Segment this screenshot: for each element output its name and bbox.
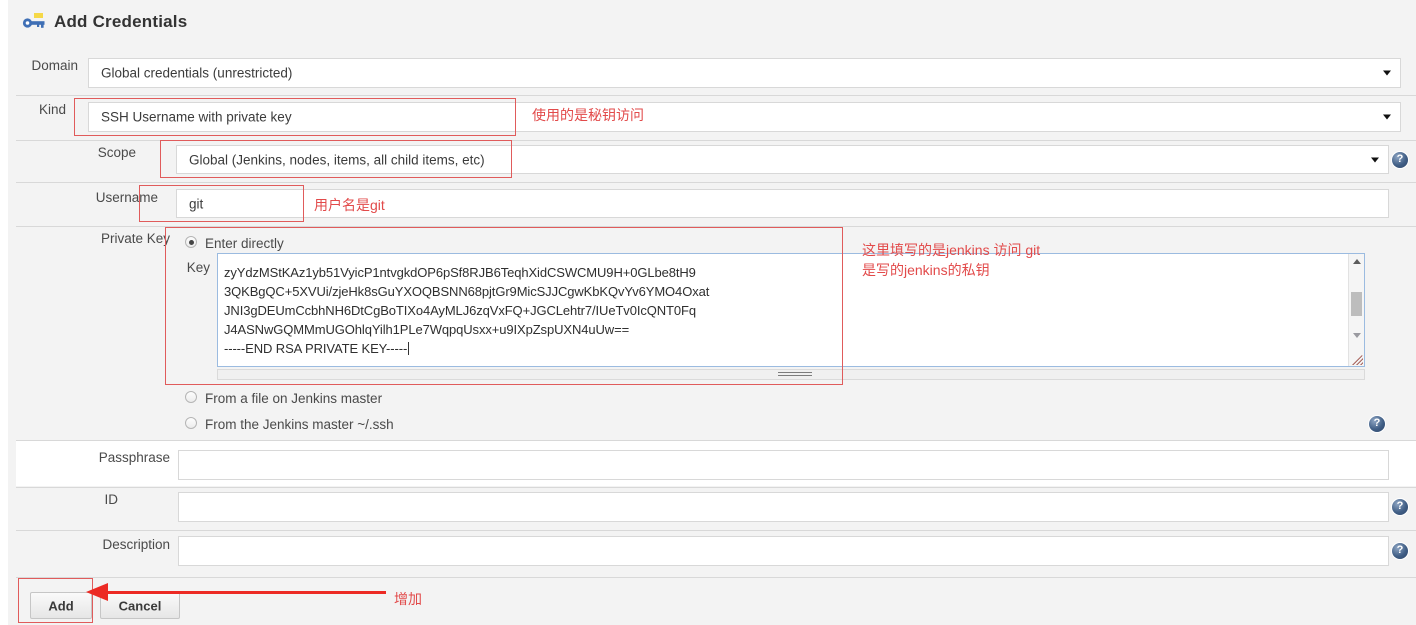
private-key-line: JNI3gDEUmCcbhNH6DtCgBoTIXo4AyMLJ6zqVxFQ+…: [224, 303, 696, 318]
domain-label: Domain: [31, 58, 78, 73]
resize-grip-icon: [778, 372, 812, 377]
annotation-arrow-head: [86, 583, 108, 601]
kind-label: Kind: [38, 102, 66, 117]
kind-select[interactable]: SSH Username with private key: [88, 102, 1401, 132]
private-key-line: 3QKBgQC+5XVUi/zjeHk8sGuYXOQBSNN68pjtGr9M…: [224, 284, 710, 299]
scope-select[interactable]: Global (Jenkins, nodes, items, all child…: [176, 145, 1389, 174]
row-divider: [16, 530, 1416, 531]
annotation-arrow-line: [108, 591, 386, 594]
chevron-down-icon: [1383, 70, 1391, 76]
username-value: git: [189, 196, 204, 211]
private-key-line: J4ASNwGQMMmUGOhlqYilh1PLe7WqpqUsxx+u9IXp…: [224, 322, 630, 337]
row-divider: [16, 226, 1416, 227]
radio-enter-directly[interactable]: [185, 236, 197, 248]
add-annotation: 增加: [394, 591, 422, 607]
radio-from-jenkins-master-ssh[interactable]: [185, 417, 197, 429]
button-bar-divider: [16, 577, 1416, 578]
description-input[interactable]: [178, 536, 1389, 566]
scope-label: Scope: [97, 145, 136, 160]
id-help-icon[interactable]: [1392, 498, 1408, 515]
row-divider: [16, 440, 1416, 441]
description-label: Description: [102, 537, 170, 552]
row-divider: [16, 182, 1416, 183]
private-key-text: zyYdzMStKAz1yb51VyicP1ntvgkdOP6pSf8RJB6T…: [224, 256, 1344, 358]
scroll-down-icon[interactable]: [1349, 328, 1364, 342]
username-annotation: 用户名是git: [314, 197, 385, 213]
chevron-down-icon: [1383, 114, 1391, 120]
scope-help-icon[interactable]: [1392, 151, 1408, 168]
row-divider: [16, 140, 1416, 141]
private-key-resize-bar[interactable]: [217, 369, 1365, 380]
private-key-annotation-line2: 是写的jenkins的私钥: [862, 262, 990, 278]
private-key-line: zyYdzMStKAz1yb51VyicP1ntvgkdOP6pSf8RJB6T…: [224, 265, 696, 280]
scroll-up-icon[interactable]: [1349, 254, 1364, 268]
private-key-last-line: -----END RSA PRIVATE KEY-----: [224, 341, 410, 356]
row-divider: [16, 95, 1416, 96]
cancel-button[interactable]: Cancel: [100, 592, 180, 619]
scope-value: Global (Jenkins, nodes, items, all child…: [189, 152, 485, 167]
add-credentials-page: Add Credentials Domain Global credential…: [0, 0, 1416, 625]
description-help-icon[interactable]: [1392, 542, 1408, 559]
private-key-clipped-line: [224, 256, 1344, 263]
domain-select[interactable]: Global credentials (unrestricted): [88, 58, 1401, 88]
private-key-vertical-scrollbar[interactable]: [1348, 254, 1364, 366]
kind-annotation: 使用的是秘钥访问: [532, 107, 644, 123]
textarea-resize-handle[interactable]: [1351, 353, 1363, 365]
add-button[interactable]: Add: [30, 592, 92, 619]
passphrase-label: Passphrase: [98, 450, 170, 465]
passphrase-input[interactable]: [178, 450, 1389, 480]
radio-label-from-file-on-jenkins-master[interactable]: From a file on Jenkins master: [205, 391, 382, 406]
private-key-annotation-line1: 这里填写的是jenkins 访问 git: [862, 242, 1041, 258]
key-icon: [22, 12, 48, 32]
key-sub-label: Key: [186, 260, 210, 275]
page-header: Add Credentials: [22, 12, 187, 32]
radio-from-file-on-jenkins-master[interactable]: [185, 391, 197, 403]
private-key-textarea[interactable]: zyYdzMStKAz1yb51VyicP1ntvgkdOP6pSf8RJB6T…: [217, 253, 1365, 367]
kind-value: SSH Username with private key: [101, 109, 292, 125]
id-input[interactable]: [178, 492, 1389, 522]
domain-value: Global credentials (unrestricted): [101, 65, 293, 81]
private-key-help-icon[interactable]: [1369, 415, 1385, 432]
text-cursor: [408, 342, 410, 355]
row-divider: [16, 487, 1416, 488]
page-title: Add Credentials: [54, 12, 188, 31]
chevron-down-icon: [1371, 157, 1379, 162]
id-label: ID: [104, 492, 119, 507]
scrollbar-thumb[interactable]: [1351, 292, 1362, 316]
private-key-label: Private Key: [100, 231, 170, 246]
radio-label-enter-directly[interactable]: Enter directly: [205, 236, 284, 251]
radio-label-from-jenkins-master-ssh[interactable]: From the Jenkins master ~/.ssh: [205, 417, 394, 432]
username-label: Username: [95, 190, 158, 205]
